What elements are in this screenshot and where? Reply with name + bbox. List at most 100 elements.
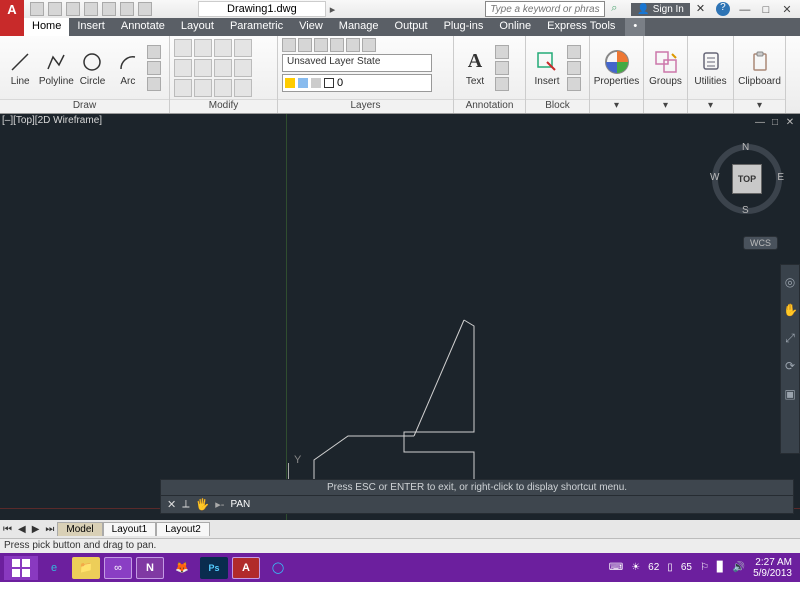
erase-icon[interactable] (214, 79, 232, 97)
search-input[interactable] (485, 1, 605, 17)
draw-panel-title[interactable]: Draw (0, 99, 169, 113)
title-dropdown-icon[interactable]: ▸ (326, 3, 340, 16)
showmotion-icon[interactable]: ▣ (783, 387, 797, 401)
explode-icon[interactable] (234, 79, 252, 97)
leader-icon[interactable] (495, 61, 509, 75)
tab-prev-icon[interactable]: ◀ (15, 524, 29, 535)
layer-current-dropdown[interactable]: 0 (282, 74, 432, 92)
layer-match-icon[interactable] (362, 38, 376, 52)
search-icon[interactable]: ⌕ (611, 2, 625, 16)
vp-restore-icon[interactable]: □ (769, 117, 781, 128)
annotation-panel-title[interactable]: Annotation (454, 99, 525, 113)
view-label[interactable]: [–][Top][2D Wireframe] (2, 115, 102, 126)
weather-icon[interactable]: ☀ (631, 562, 640, 573)
utilities-button[interactable]: Utilities (694, 49, 728, 87)
orbit-icon[interactable]: ⟳ (783, 359, 797, 373)
utilities-panel-title[interactable]: ▾ (688, 99, 733, 113)
cmd-recent-icon[interactable]: ⟂ (182, 498, 189, 511)
scale-icon[interactable] (194, 79, 212, 97)
minimize-button[interactable]: — (736, 4, 754, 16)
help-icon[interactable]: ? (716, 2, 730, 16)
tab-express[interactable]: Express Tools (539, 18, 623, 36)
taskbar-app-icon[interactable]: ◯ (264, 557, 292, 579)
qat-print-icon[interactable] (102, 2, 116, 16)
rotate-icon[interactable] (194, 39, 212, 57)
maximize-button[interactable]: □ (757, 4, 775, 16)
tab-expand-icon[interactable]: • (625, 18, 645, 36)
tab-model[interactable]: Model (57, 522, 102, 536)
signin-button[interactable]: 👤 Sign In (631, 3, 690, 16)
tab-manage[interactable]: Manage (331, 18, 387, 36)
tab-next-icon[interactable]: ▶ (29, 524, 43, 535)
layer-iso-icon[interactable] (298, 38, 312, 52)
zoom-icon[interactable]: ⤢ (783, 331, 797, 345)
trim-icon[interactable] (214, 39, 232, 57)
taskbar-photoshop-icon[interactable]: Ps (200, 557, 228, 579)
viewcube-e[interactable]: E (777, 172, 784, 183)
draw-extra1-icon[interactable] (147, 45, 161, 59)
vp-close-icon[interactable]: ✕ (784, 117, 796, 128)
keyboard-icon[interactable]: ⌨ (609, 562, 623, 573)
steering-wheel-icon[interactable]: ◎ (783, 275, 797, 289)
layer-state-dropdown[interactable]: Unsaved Layer State (282, 54, 432, 72)
create-block-icon[interactable] (567, 45, 581, 59)
fillet-icon[interactable] (214, 59, 232, 77)
cmd-close-icon[interactable]: ✕ (167, 498, 176, 511)
clipboard-button[interactable]: Clipboard (743, 49, 777, 87)
copy-icon[interactable] (174, 59, 192, 77)
taskbar-ie-icon[interactable]: e (40, 557, 68, 579)
battery-icon[interactable]: ▯ (667, 562, 673, 573)
taskbar-autocad-icon[interactable]: A (232, 557, 260, 579)
line-tool[interactable]: Line (4, 49, 36, 87)
qat-undo-icon[interactable] (120, 2, 134, 16)
clipboard-panel-title[interactable]: ▾ (734, 99, 785, 113)
tab-view[interactable]: View (291, 18, 331, 36)
viewcube-n[interactable]: N (742, 142, 749, 153)
groups-panel-title[interactable]: ▾ (644, 99, 687, 113)
app-menu-tab[interactable] (0, 18, 24, 36)
arc-tool[interactable]: Arc (112, 49, 144, 87)
table-icon[interactable] (495, 77, 509, 91)
dimension-icon[interactable] (495, 45, 509, 59)
layer-props-icon[interactable] (282, 38, 296, 52)
tab-output[interactable]: Output (387, 18, 436, 36)
start-button[interactable] (4, 556, 38, 580)
viewcube-w[interactable]: W (710, 172, 719, 183)
viewcube-s[interactable]: S (742, 205, 749, 216)
tab-layout1[interactable]: Layout1 (103, 522, 157, 536)
stretch-icon[interactable] (174, 79, 192, 97)
network-icon[interactable]: ▊ (717, 562, 725, 573)
qat-open-icon[interactable] (48, 2, 62, 16)
close-button[interactable]: ✕ (778, 3, 796, 16)
tab-online[interactable]: Online (491, 18, 539, 36)
qat-new-icon[interactable] (30, 2, 44, 16)
block-panel-title[interactable]: Block (526, 99, 589, 113)
polyline-tool[interactable]: Polyline (39, 49, 73, 87)
array-icon[interactable] (234, 59, 252, 77)
volume-icon[interactable]: 🔊 (733, 562, 745, 573)
tab-parametric[interactable]: Parametric (222, 18, 291, 36)
mirror-icon[interactable] (194, 59, 212, 77)
tab-annotate[interactable]: Annotate (113, 18, 173, 36)
viewcube[interactable]: TOP N S E W (712, 144, 782, 214)
tab-plugins[interactable]: Plug-ins (436, 18, 492, 36)
flag-icon[interactable]: ⚐ (700, 562, 709, 573)
taskbar-explorer-icon[interactable]: 📁 (72, 557, 100, 579)
exchange-icon[interactable]: ✕ (696, 2, 710, 16)
qat-redo-icon[interactable] (138, 2, 152, 16)
viewcube-face[interactable]: TOP (732, 164, 762, 194)
command-line[interactable]: ✕ ⟂ 🖐 ▸- PAN (160, 495, 794, 514)
layer-lock-icon[interactable] (330, 38, 344, 52)
move-icon[interactable] (174, 39, 192, 57)
taskbar-onenote-icon[interactable]: N (136, 557, 164, 579)
drawing-viewport[interactable]: [–][Top][2D Wireframe] — □ ✕ Y X TOP N S… (0, 114, 800, 538)
tab-first-icon[interactable]: ⏮ (0, 524, 15, 535)
tab-insert[interactable]: Insert (69, 18, 113, 36)
edit-block-icon[interactable] (567, 61, 581, 75)
properties-panel-title[interactable]: ▾ (590, 99, 643, 113)
extend-icon[interactable] (234, 39, 252, 57)
pan-icon[interactable]: ✋ (783, 303, 797, 317)
text-tool[interactable]: AText (458, 49, 492, 87)
groups-button[interactable]: Groups (649, 49, 683, 87)
edit-attr-icon[interactable] (567, 77, 581, 91)
